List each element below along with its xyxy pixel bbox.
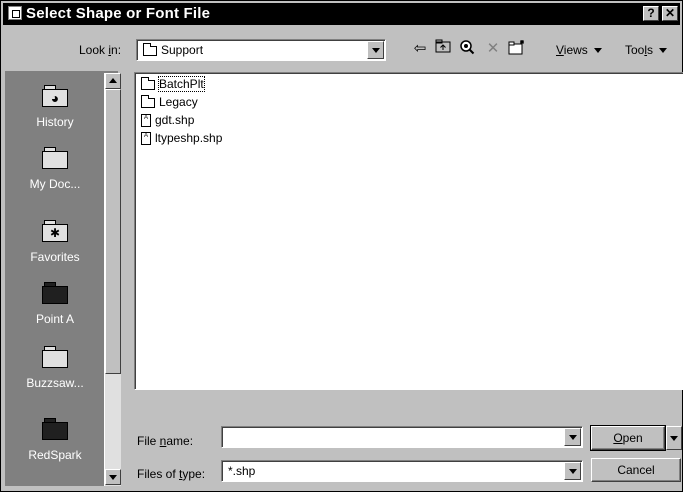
place-redspark[interactable]: RedSpark bbox=[5, 416, 105, 462]
place-buzzsaw[interactable]: Buzzsaw... bbox=[5, 344, 105, 390]
scroll-thumb[interactable] bbox=[105, 89, 121, 374]
file-name: ltypeshp.shp bbox=[155, 131, 223, 145]
dialog-title: Select Shape or Font File bbox=[26, 5, 211, 22]
place-label: My Doc... bbox=[29, 177, 81, 191]
new-folder-icon[interactable] bbox=[506, 39, 528, 59]
list-item[interactable]: Altypeshp.shp bbox=[141, 130, 222, 146]
folder-icon bbox=[143, 42, 157, 56]
list-item[interactable]: BatchPlt bbox=[141, 76, 205, 92]
shp-file-icon: A bbox=[141, 132, 151, 146]
file-name: BatchPlt bbox=[158, 76, 205, 92]
close-button[interactable]: ✕ bbox=[662, 6, 678, 21]
file-name-input[interactable] bbox=[221, 426, 583, 448]
search-web-icon[interactable] bbox=[456, 39, 478, 59]
look-in-value: Support bbox=[161, 43, 204, 57]
place-label: Buzzsaw... bbox=[26, 376, 84, 390]
app-icon bbox=[8, 6, 22, 20]
file-name: Legacy bbox=[159, 95, 198, 109]
file-type-dropdown-button[interactable] bbox=[564, 462, 581, 480]
file-type-label: Files of type: bbox=[137, 467, 206, 481]
place-history[interactable]: ◕ History bbox=[5, 83, 105, 129]
back-arrow-icon[interactable]: ⇦ bbox=[409, 39, 431, 59]
file-name-dropdown-button[interactable] bbox=[564, 428, 581, 446]
tools-menu[interactable]: Tools bbox=[625, 43, 668, 57]
file-name-label: File name: bbox=[137, 434, 194, 448]
file-name: gdt.shp bbox=[155, 113, 195, 127]
open-options-button[interactable] bbox=[666, 426, 682, 450]
chevron-down-icon bbox=[659, 48, 668, 54]
point-a-icon bbox=[41, 280, 69, 306]
list-item[interactable]: Agdt.shp bbox=[141, 112, 194, 128]
look-in-dropdown-button[interactable] bbox=[367, 41, 384, 59]
place-point-a[interactable]: Point A bbox=[5, 280, 105, 326]
list-item[interactable]: Legacy bbox=[141, 94, 198, 110]
shp-file-icon: A bbox=[141, 114, 151, 128]
file-list[interactable]: BatchPlt Legacy Agdt.shp Altypeshp.shp bbox=[134, 72, 683, 390]
file-type-select[interactable]: *.shp bbox=[221, 460, 583, 482]
place-favorites[interactable]: ✱ Favorites bbox=[5, 218, 105, 264]
place-label: RedSpark bbox=[28, 448, 82, 462]
place-label: Favorites bbox=[30, 250, 80, 264]
folder-icon bbox=[141, 94, 155, 108]
scroll-up-button[interactable] bbox=[105, 73, 121, 89]
place-my-documents[interactable]: My Doc... bbox=[5, 145, 105, 191]
delete-icon[interactable]: ✕ bbox=[482, 39, 504, 59]
history-icon: ◕ bbox=[41, 83, 69, 109]
places-bar: ◕ History My Doc... ✱ Favorites Point A bbox=[5, 71, 118, 486]
look-in-combo[interactable]: Support bbox=[136, 39, 386, 61]
views-menu[interactable]: Views bbox=[556, 43, 602, 57]
select-shape-dialog: Select Shape or Font File ? ✕ Look in: S… bbox=[0, 0, 683, 492]
file-type-value: *.shp bbox=[228, 464, 256, 478]
favorites-icon: ✱ bbox=[41, 218, 69, 244]
buzzsaw-icon bbox=[41, 344, 69, 370]
chevron-down-icon bbox=[593, 48, 602, 54]
place-label: Point A bbox=[35, 312, 75, 326]
redspark-icon bbox=[41, 416, 69, 442]
cancel-button[interactable]: Cancel bbox=[591, 458, 681, 482]
scroll-down-button[interactable] bbox=[105, 469, 121, 485]
folder-icon bbox=[141, 76, 155, 90]
look-in-label: Look in: bbox=[79, 43, 122, 57]
my-documents-icon bbox=[41, 145, 69, 171]
places-scrollbar[interactable] bbox=[104, 73, 121, 486]
help-button[interactable]: ? bbox=[643, 6, 659, 21]
up-folder-icon[interactable] bbox=[432, 39, 454, 59]
place-label: History bbox=[36, 115, 74, 129]
title-bar: Select Shape or Font File ? ✕ bbox=[3, 3, 680, 25]
open-button[interactable]: Open bbox=[590, 425, 666, 451]
